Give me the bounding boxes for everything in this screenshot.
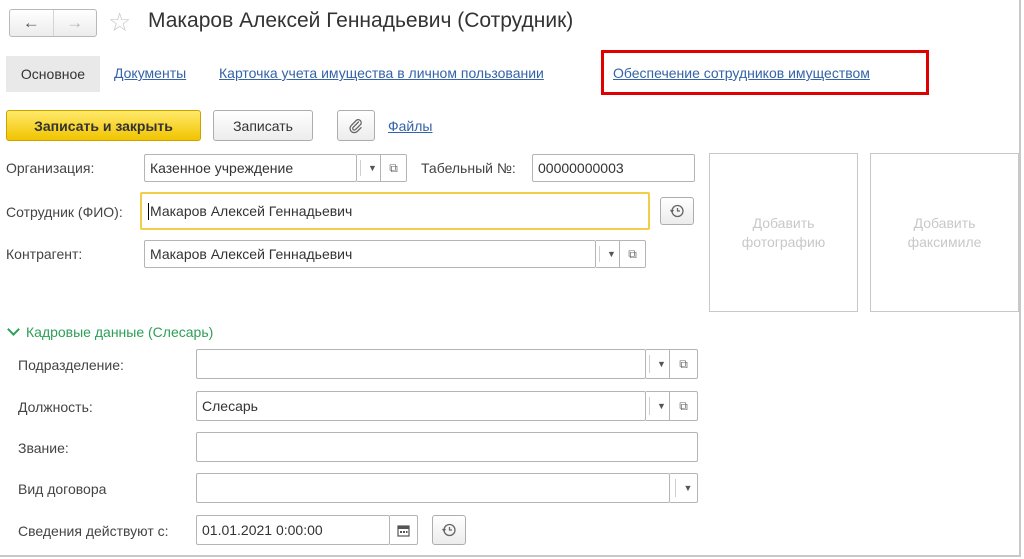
effective-date-field[interactable]: 01.01.2021 0:00:00 — [196, 515, 390, 545]
effective-date-label: Сведения действуют с: — [18, 523, 169, 539]
page-title: Макаров Алексей Геннадьевич (Сотрудник) — [148, 9, 574, 32]
forward-arrow-icon[interactable]: → — [52, 10, 97, 36]
organization-label: Организация: — [6, 160, 95, 176]
paperclip-icon — [349, 118, 362, 133]
tab-documents[interactable]: Документы — [114, 65, 186, 81]
chevron-down-icon: ▼ — [657, 359, 666, 369]
open-window-icon: ⧉ — [679, 356, 688, 371]
tab-main[interactable]: Основное — [6, 56, 100, 92]
open-window-icon: ⧉ — [389, 160, 398, 175]
hr-section-header[interactable]: Кадровые данные (Слесарь) — [7, 323, 214, 340]
position-open-button[interactable]: ⧉ — [670, 391, 698, 421]
history-clock-icon — [442, 523, 456, 537]
attach-button[interactable] — [337, 110, 375, 141]
back-arrow-icon[interactable]: ← — [10, 10, 53, 36]
add-facsimile-area[interactable]: Добавить факсимиле — [870, 153, 1019, 312]
files-link[interactable]: Файлы — [388, 118, 432, 134]
hr-section-title: Кадровые данные (Слесарь) — [26, 324, 214, 340]
organization-open-button[interactable]: ⧉ — [381, 154, 407, 182]
department-label: Подразделение: — [18, 357, 124, 373]
highlight-frame — [601, 50, 929, 95]
effective-history-button[interactable] — [432, 515, 466, 545]
tab-property-card[interactable]: Карточка учета имущества в личном пользо… — [219, 65, 544, 81]
counterparty-open-button[interactable]: ⧉ — [620, 240, 646, 268]
position-dropdown-button[interactable]: ▼ — [646, 391, 670, 421]
department-dropdown-button[interactable]: ▼ — [646, 349, 670, 379]
open-window-icon: ⧉ — [628, 246, 637, 261]
counterparty-dropdown-button[interactable]: ▼ — [596, 240, 620, 268]
history-clock-icon — [670, 204, 684, 218]
organization-field[interactable]: Казенное учреждение — [144, 154, 357, 182]
counterparty-label: Контрагент: — [6, 246, 83, 262]
text-cursor — [148, 202, 149, 220]
tab-number-label: Табельный №: — [421, 160, 516, 176]
open-window-icon: ⧉ — [679, 398, 688, 413]
rank-field[interactable] — [196, 432, 698, 462]
add-facsimile-label: Добавить факсимиле — [907, 214, 982, 250]
add-photo-label: Добавить фотографию — [741, 214, 826, 250]
employee-label: Сотрудник (ФИО): — [6, 204, 123, 220]
nav-buttons: ← → — [9, 9, 97, 37]
employee-name-value: Макаров Алексей Геннадьевич — [150, 203, 353, 219]
employee-name-field[interactable]: Макаров Алексей Геннадьевич — [140, 192, 650, 230]
position-label: Должность: — [18, 399, 93, 415]
rank-label: Звание: — [18, 440, 69, 456]
department-field[interactable] — [196, 349, 646, 379]
position-field[interactable]: Слесарь — [196, 391, 646, 421]
employee-history-button[interactable] — [660, 197, 694, 225]
favorite-star-icon[interactable]: ☆ — [108, 7, 131, 37]
chevron-down-icon: ▼ — [683, 483, 693, 493]
add-photo-area[interactable]: Добавить фотографию — [709, 153, 858, 312]
save-and-close-button[interactable]: Записать и закрыть — [6, 110, 201, 141]
department-open-button[interactable]: ⧉ — [670, 349, 698, 379]
contract-type-field[interactable] — [196, 473, 670, 503]
chevron-down-icon: ▼ — [607, 249, 616, 259]
contract-type-dropdown-button[interactable]: ▼ — [670, 473, 698, 503]
chevron-down-icon — [7, 323, 20, 336]
counterparty-field[interactable]: Макаров Алексей Геннадьевич — [144, 240, 596, 268]
chevron-down-icon: ▼ — [368, 163, 377, 173]
calendar-button[interactable] — [390, 515, 418, 545]
contract-type-label: Вид договора — [18, 481, 107, 497]
tab-number-field[interactable]: 00000000003 — [532, 154, 695, 182]
chevron-down-icon: ▼ — [657, 401, 666, 411]
save-button[interactable]: Записать — [213, 110, 313, 141]
organization-dropdown-button[interactable]: ▼ — [357, 154, 381, 182]
calendar-icon — [397, 524, 410, 537]
